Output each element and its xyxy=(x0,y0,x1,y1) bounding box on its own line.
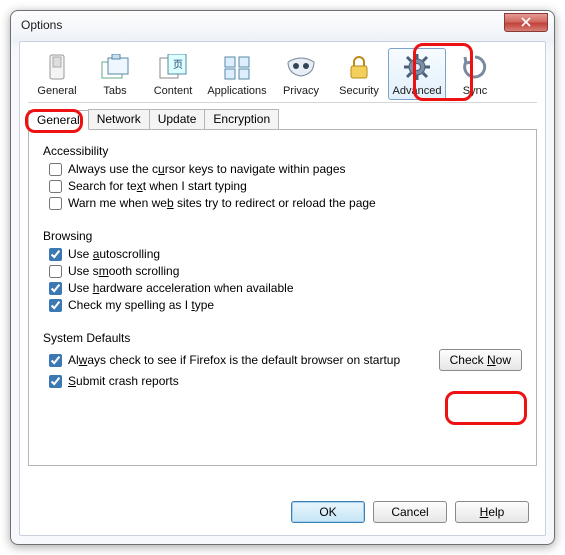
help-button[interactable]: Help xyxy=(455,501,529,523)
opt-default-browser[interactable]: Always check to see if Firefox is the de… xyxy=(49,353,400,367)
category-label: Privacy xyxy=(283,85,319,97)
checkbox[interactable] xyxy=(49,248,62,261)
opt-label: Search for text when I start typing xyxy=(68,179,247,193)
tabs-icon xyxy=(99,51,131,83)
general-panel: Accessibility Always use the cursor keys… xyxy=(28,130,537,466)
category-label: Advanced xyxy=(393,85,442,97)
opt-hwaccel[interactable]: Use hardware acceleration when available xyxy=(49,281,522,295)
close-icon xyxy=(521,17,531,27)
svg-text:页: 页 xyxy=(173,59,183,71)
opt-label: Use smooth scrolling xyxy=(68,264,179,278)
opt-label: Always use the cursor keys to navigate w… xyxy=(68,162,346,176)
category-general[interactable]: General xyxy=(28,48,86,100)
category-toolbar: General Tabs 页 Content Applications Priv… xyxy=(28,48,537,103)
category-content[interactable]: 页 Content xyxy=(144,48,202,100)
subtab-label: Encryption xyxy=(213,112,270,126)
category-tabs[interactable]: Tabs xyxy=(86,48,144,100)
subtab-encryption[interactable]: Encryption xyxy=(204,109,279,129)
category-label: Tabs xyxy=(103,85,126,97)
lock-icon xyxy=(343,51,375,83)
dialog-buttons: OK Cancel Help xyxy=(291,501,529,523)
subtab-update[interactable]: Update xyxy=(149,109,206,129)
opt-label: Warn me when web sites try to redirect o… xyxy=(68,196,376,210)
subtab-network[interactable]: Network xyxy=(88,109,150,129)
subtab-general[interactable]: General xyxy=(28,110,89,130)
subtab-label: General xyxy=(37,113,80,127)
check-now-button[interactable]: Check Now xyxy=(439,349,522,371)
category-applications[interactable]: Applications xyxy=(202,48,272,100)
category-label: General xyxy=(37,85,76,97)
cancel-button[interactable]: Cancel xyxy=(373,501,447,523)
checkbox[interactable] xyxy=(49,163,62,176)
subtab-label: Network xyxy=(97,112,141,126)
options-window: Options General Tabs 页 Content Applicati… xyxy=(10,10,555,545)
group-system-defaults: System Defaults xyxy=(43,331,522,345)
category-label: Sync xyxy=(463,85,487,97)
sync-icon xyxy=(459,51,491,83)
checkbox[interactable] xyxy=(49,375,62,388)
checkbox[interactable] xyxy=(49,299,62,312)
category-label: Security xyxy=(339,85,379,97)
opt-spelling[interactable]: Check my spelling as I type xyxy=(49,298,522,312)
checkbox[interactable] xyxy=(49,197,62,210)
group-accessibility: Accessibility xyxy=(43,144,522,158)
applications-icon xyxy=(221,51,253,83)
opt-label: Submit crash reports xyxy=(68,374,179,388)
category-sync[interactable]: Sync xyxy=(446,48,504,100)
opt-warn-redirect[interactable]: Warn me when web sites try to redirect o… xyxy=(49,196,522,210)
checkbox[interactable] xyxy=(49,265,62,278)
opt-cursor-keys[interactable]: Always use the cursor keys to navigate w… xyxy=(49,162,522,176)
opt-label: Always check to see if Firefox is the de… xyxy=(68,353,400,367)
client-area: General Tabs 页 Content Applications Priv… xyxy=(19,41,546,536)
category-privacy[interactable]: Privacy xyxy=(272,48,330,100)
category-security[interactable]: Security xyxy=(330,48,388,100)
category-label: Applications xyxy=(207,85,266,97)
category-label: Content xyxy=(154,85,193,97)
opt-search-text[interactable]: Search for text when I start typing xyxy=(49,179,522,193)
checkbox[interactable] xyxy=(49,180,62,193)
mask-icon xyxy=(285,51,317,83)
titlebar: Options xyxy=(11,11,554,39)
ok-button[interactable]: OK xyxy=(291,501,365,523)
checkbox[interactable] xyxy=(49,282,62,295)
category-advanced[interactable]: Advanced xyxy=(388,48,446,100)
subtab-label: Update xyxy=(158,112,197,126)
group-browsing: Browsing xyxy=(43,229,522,243)
opt-smooth[interactable]: Use smooth scrolling xyxy=(49,264,522,278)
window-title: Options xyxy=(21,18,62,32)
opt-label: Use autoscrolling xyxy=(68,247,160,261)
subtab-bar: General Network Update Encryption xyxy=(28,109,537,130)
gear-icon xyxy=(401,51,433,83)
content-icon: 页 xyxy=(157,51,189,83)
opt-autoscroll[interactable]: Use autoscrolling xyxy=(49,247,522,261)
opt-label: Use hardware acceleration when available xyxy=(68,281,294,295)
close-button[interactable] xyxy=(504,13,548,32)
switch-icon xyxy=(41,51,73,83)
opt-crash[interactable]: Submit crash reports xyxy=(49,374,522,388)
opt-label: Check my spelling as I type xyxy=(68,298,214,312)
checkbox[interactable] xyxy=(49,354,62,367)
